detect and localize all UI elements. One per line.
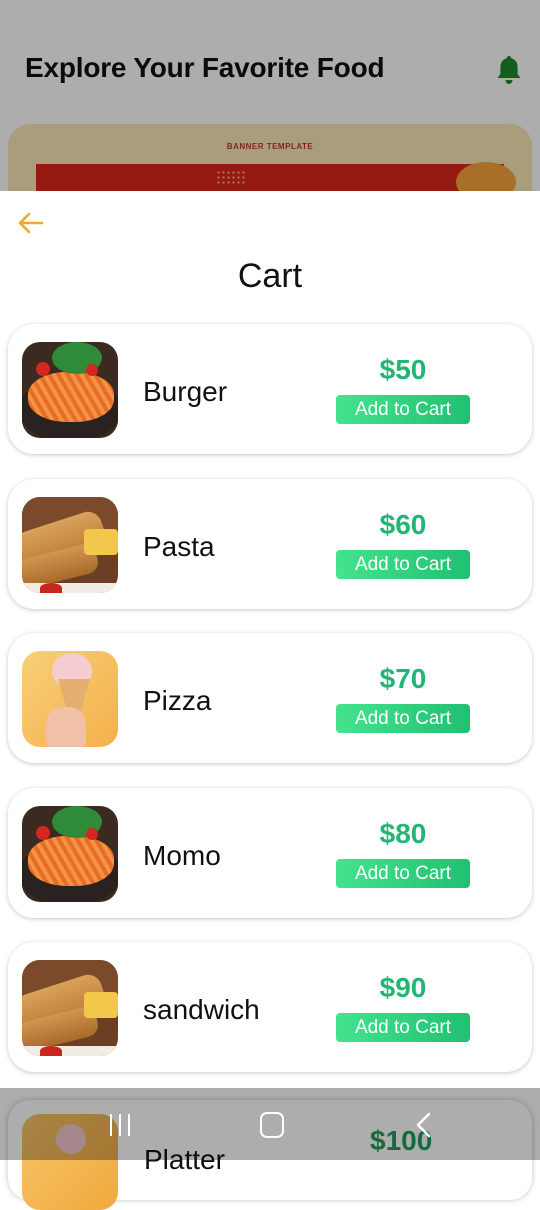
home-icon[interactable] bbox=[260, 1112, 284, 1138]
back-icon[interactable] bbox=[414, 1112, 434, 1138]
cart-item[interactable]: Pasta $60 Add to Cart bbox=[8, 479, 532, 609]
item-name: Pizza bbox=[143, 685, 212, 716]
cart-item[interactable]: sandwich $90 Add to Cart bbox=[8, 942, 532, 1072]
item-name: sandwich bbox=[143, 994, 260, 1025]
wrap-image bbox=[22, 960, 118, 1056]
cart-item[interactable]: Momo $80 Add to Cart bbox=[8, 788, 532, 918]
item-price: $90 bbox=[379, 972, 427, 1003]
item-price: $70 bbox=[379, 663, 427, 694]
add-to-cart-button[interactable]: Add to Cart bbox=[336, 1013, 470, 1042]
back-button[interactable] bbox=[14, 207, 46, 239]
item-price: $80 bbox=[379, 818, 427, 849]
add-to-cart-button[interactable]: Add to Cart bbox=[336, 550, 470, 579]
system-nav-bar bbox=[0, 1088, 540, 1160]
ice-cream-image bbox=[22, 651, 118, 747]
cart-item[interactable]: Burger $50 Add to Cart bbox=[8, 324, 532, 454]
item-price: $60 bbox=[379, 509, 427, 540]
recent-apps-icon[interactable] bbox=[108, 1114, 134, 1136]
wrap-image bbox=[22, 497, 118, 593]
cart-item[interactable]: Pizza $70 Add to Cart bbox=[8, 633, 532, 763]
item-price: $50 bbox=[379, 354, 427, 385]
item-name: Burger bbox=[143, 376, 228, 407]
item-name: Pasta bbox=[143, 531, 215, 562]
item-name: Momo bbox=[143, 840, 221, 871]
arrow-left-icon bbox=[18, 212, 44, 234]
cart-sheet: Cart Burger $50 Add to Cart Pasta $60 Ad… bbox=[0, 191, 540, 1088]
add-to-cart-button[interactable]: Add to Cart bbox=[336, 704, 470, 733]
pasta-image bbox=[22, 806, 118, 902]
add-to-cart-button[interactable]: Add to Cart bbox=[336, 859, 470, 888]
cart-title: Cart bbox=[237, 257, 303, 295]
add-to-cart-button[interactable]: Add to Cart bbox=[336, 395, 470, 424]
pasta-image bbox=[22, 342, 118, 438]
